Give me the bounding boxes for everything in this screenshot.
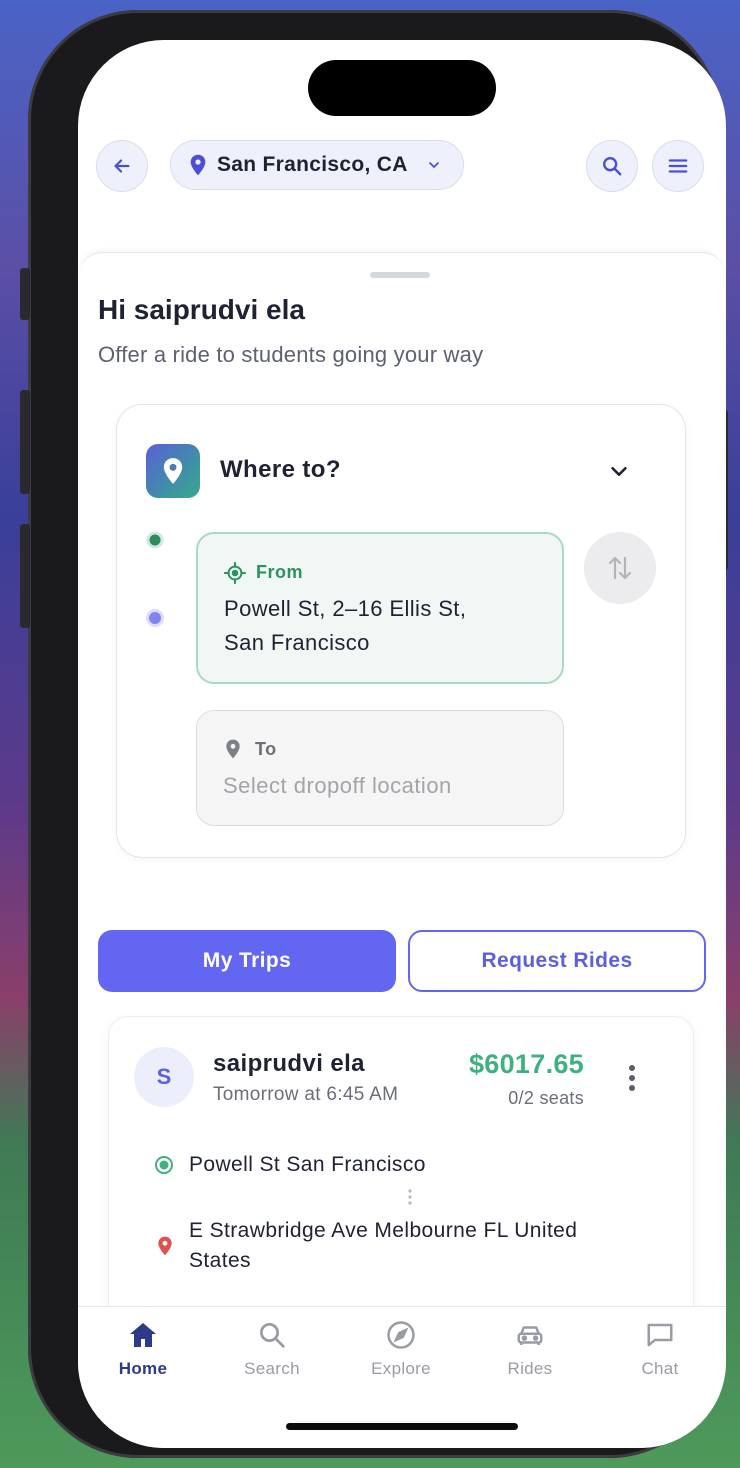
crosshair-icon <box>224 562 246 584</box>
chevron-down-icon <box>428 162 439 168</box>
more-options-icon[interactable] <box>624 1064 640 1094</box>
driver-name: saiprudvi ela <box>213 1050 365 1077</box>
to-field[interactable]: To Select dropoff location <box>196 710 564 826</box>
location-selector[interactable]: San Francisco, CA <box>170 140 464 190</box>
nav-home[interactable]: Home <box>93 1320 193 1379</box>
origin-marker-icon <box>155 1156 173 1174</box>
from-address-line2: San Francisco <box>224 630 370 655</box>
from-address-line1: Powell St, 2–16 Ellis St, <box>224 596 467 621</box>
trip-card[interactable] <box>108 1016 694 1356</box>
nav-label: Explore <box>371 1359 431 1378</box>
nav-explore[interactable]: Explore <box>351 1320 451 1379</box>
to-placeholder: Select dropoff location <box>223 773 452 798</box>
search-icon <box>260 1323 285 1348</box>
avatar: S <box>134 1047 194 1107</box>
arrow-left-icon <box>114 159 130 173</box>
dynamic-island <box>308 60 496 116</box>
trip-origin: Powell St San Francisco <box>189 1153 426 1176</box>
chat-icon <box>647 1323 673 1347</box>
search-button[interactable] <box>586 140 638 192</box>
to-label: To <box>255 739 277 759</box>
where-to-title: Where to? <box>220 456 341 483</box>
nav-label: Rides <box>507 1359 553 1378</box>
tab-request-rides[interactable]: Request Rides <box>408 930 706 992</box>
nav-chat[interactable]: Chat <box>610 1320 710 1379</box>
car-icon <box>517 1326 543 1345</box>
home-icon <box>130 1323 156 1347</box>
app-screen: San Francisco, CA Hi saiprudvi ela Offer… <box>78 40 726 1448</box>
seats-count: 0/2 seats <box>508 1088 584 1108</box>
sheet-drag-handle[interactable] <box>370 272 430 278</box>
trip-destination-line1: E Strawbridge Ave Melbourne FL United <box>189 1219 578 1242</box>
compass-icon <box>387 1321 415 1349</box>
nav-rides[interactable]: Rides <box>480 1320 580 1379</box>
trip-destination-line2: States <box>189 1249 251 1272</box>
hamburger-menu-icon <box>668 159 688 173</box>
greeting-title: Hi saiprudvi ela <box>98 294 305 325</box>
greeting-subtitle: Offer a ride to students going your way <box>98 342 484 367</box>
home-indicator[interactable] <box>286 1423 518 1430</box>
from-field[interactable]: From Powell St, 2–16 Ellis St, San Franc… <box>196 532 564 684</box>
nav-label: Search <box>244 1359 300 1378</box>
destination-pin-icon <box>158 1236 172 1256</box>
phone-frame: San Francisco, CA Hi saiprudvi ela Offer… <box>20 10 728 1458</box>
nav-label: Home <box>118 1359 168 1378</box>
map-pin-icon <box>163 458 183 484</box>
search-icon <box>603 157 622 176</box>
nav-label: Chat <box>641 1359 679 1378</box>
location-label: San Francisco, CA <box>217 153 408 176</box>
trip-time: Tomorrow at 6:45 AM <box>213 1084 399 1105</box>
swap-arrows-icon <box>608 556 632 580</box>
nav-search[interactable]: Search <box>222 1320 322 1379</box>
route-dots <box>408 1189 412 1205</box>
swap-locations-button[interactable] <box>584 532 656 604</box>
menu-button[interactable] <box>652 140 704 192</box>
route-card-icon-tile <box>146 444 200 498</box>
trip-price: $6017.65 <box>468 1049 584 1079</box>
chevron-down-icon[interactable] <box>606 460 632 482</box>
back-button[interactable] <box>96 140 148 192</box>
map-pin-icon <box>226 739 240 759</box>
map-pin-icon <box>190 154 206 176</box>
route-connector <box>146 531 164 627</box>
tab-my-trips[interactable]: My Trips <box>98 930 396 992</box>
from-label: From <box>256 562 303 582</box>
